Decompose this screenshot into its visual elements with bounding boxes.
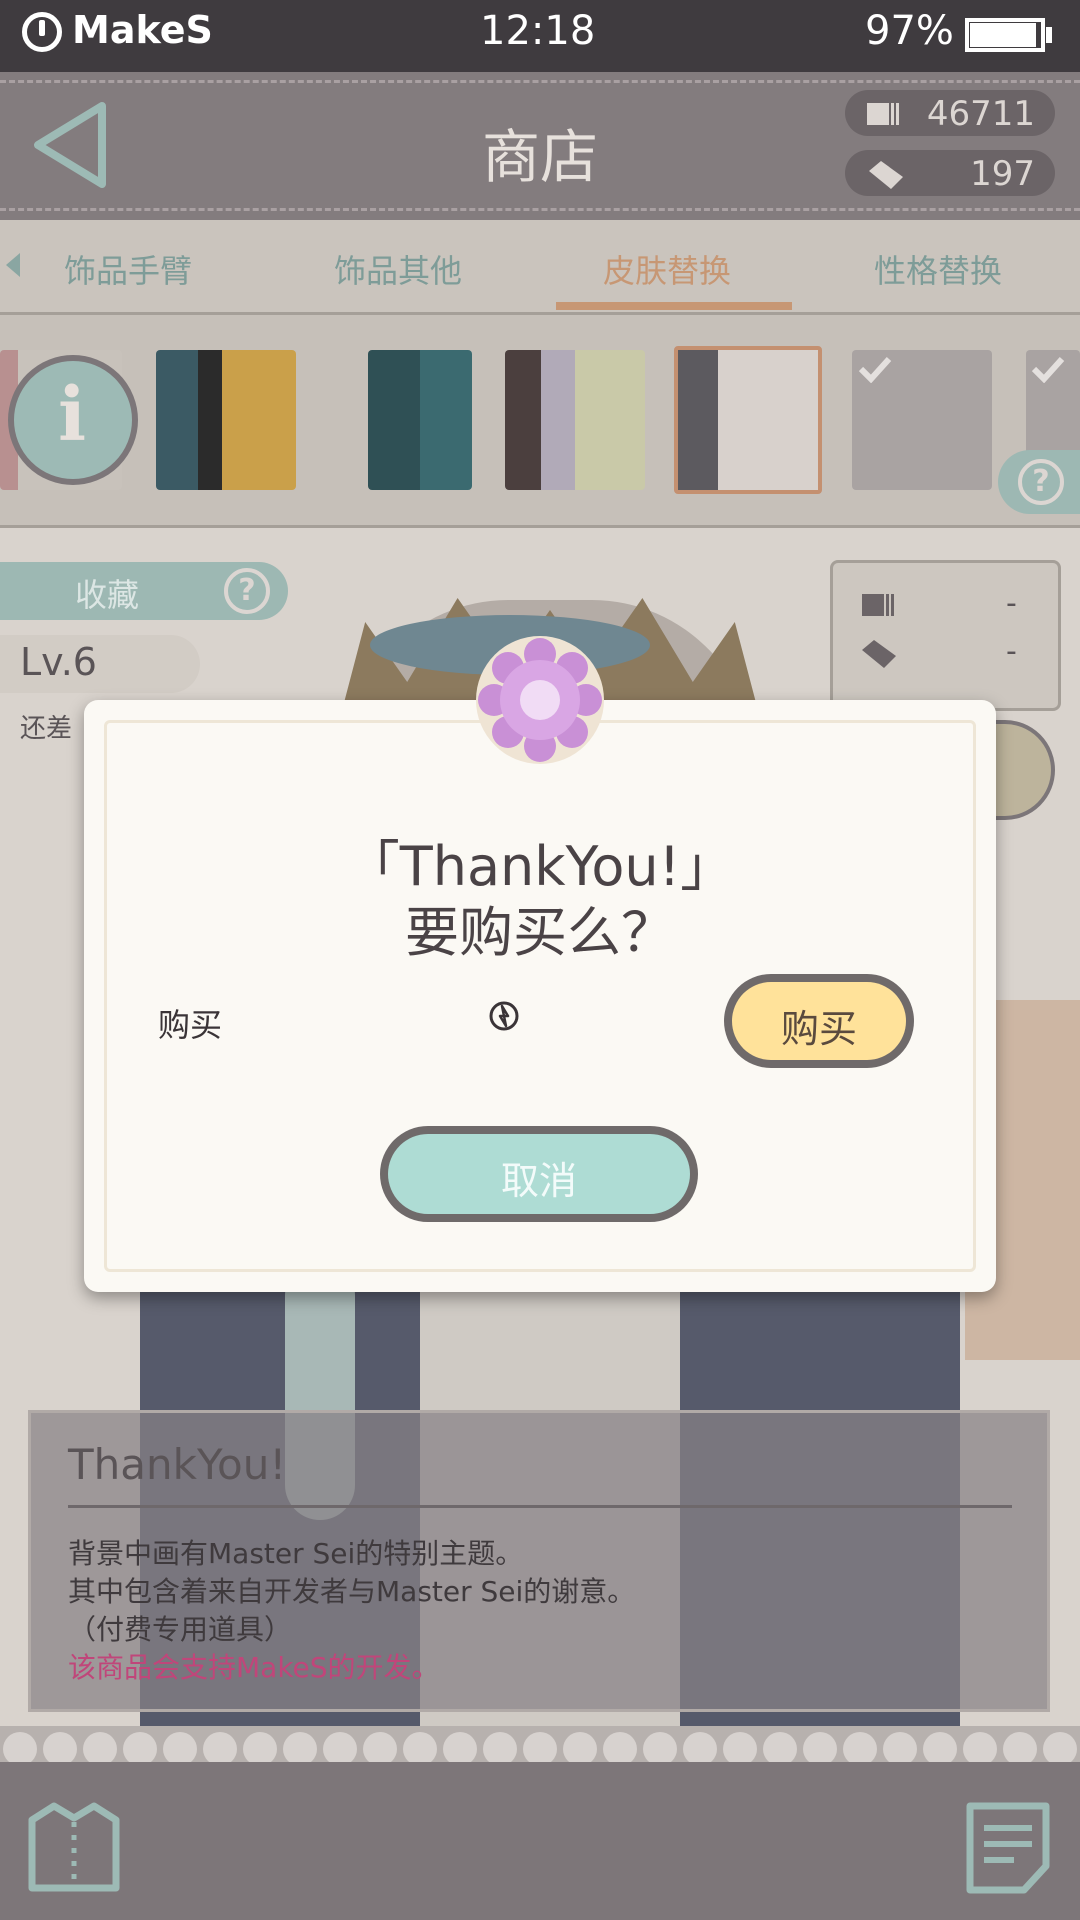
bottom-bar: [0, 1762, 1080, 1920]
lace-dot: [483, 1732, 517, 1766]
lace-dot: [523, 1732, 557, 1766]
lace-dot: [1003, 1732, 1037, 1766]
lace-dot: [1043, 1732, 1077, 1766]
buy-button-label[interactable]: 购买: [720, 998, 918, 1053]
check-icon: [858, 356, 892, 383]
description-line: 其中包含着来自开发者与Master Sei的谢意。: [68, 1575, 636, 1608]
cards-count: 46711: [926, 94, 1035, 134]
price-card-value: -: [1006, 586, 1017, 621]
description-line: 背景中画有Master Sei的特别主题。: [68, 1537, 524, 1570]
tab-scroll-left-icon[interactable]: [6, 253, 20, 277]
skin-thumb[interactable]: [368, 350, 472, 490]
tab-active-indicator: [556, 302, 792, 310]
page-title: 商店: [481, 123, 598, 191]
lace-dot: [923, 1732, 957, 1766]
lace-dot: [683, 1732, 717, 1766]
remaining-label: 还差: [20, 714, 73, 744]
tab-arm-accessory[interactable]: 饰品手臂: [64, 246, 192, 292]
lace-dot: [883, 1732, 917, 1766]
dialog-title-question: 要购买么？: [405, 901, 675, 964]
wardrobe-icon[interactable]: [26, 1798, 122, 1894]
lace-dot: [203, 1732, 237, 1766]
skin-thumb[interactable]: [156, 350, 296, 490]
help-icon[interactable]: ?: [1018, 459, 1064, 505]
lace-dot: [443, 1732, 477, 1766]
skin-thumb[interactable]: [505, 350, 645, 490]
lace-dot: [763, 1732, 797, 1766]
lace-dot: [643, 1732, 677, 1766]
lace-dot: [323, 1732, 357, 1766]
lace-dot: [363, 1732, 397, 1766]
lace-dot: [803, 1732, 837, 1766]
battery-fill: [970, 23, 1036, 47]
currency-tickets: 197: [845, 150, 1055, 196]
skin-thumb-selected[interactable]: [674, 346, 822, 494]
flower-emblem-icon: [476, 636, 604, 764]
lace-dot: [283, 1732, 317, 1766]
battery-percent: 97%: [865, 8, 954, 54]
lace-dot: [563, 1732, 597, 1766]
lace-dot: [163, 1732, 197, 1766]
header-dash-top: [0, 80, 1080, 83]
tab-other-accessory[interactable]: 饰品其他: [334, 246, 462, 292]
tab-personality-replace[interactable]: 性格替换: [874, 246, 1002, 292]
card-icon: [867, 103, 899, 125]
lace-dot: [403, 1732, 437, 1766]
back-arrow-icon[interactable]: [30, 100, 110, 190]
level-text: Lv.6: [20, 640, 97, 684]
card-icon: [862, 594, 894, 616]
description-title: ThankYou!: [68, 1440, 287, 1489]
currency-cards: 46711: [845, 90, 1055, 136]
cancel-button-label[interactable]: 取消: [376, 1150, 702, 1205]
favorite-help-icon[interactable]: ?: [224, 568, 270, 614]
lace-dot: [3, 1732, 37, 1766]
price-ticket-value: -: [1006, 634, 1017, 669]
description-note: 该商品会支持MakeS的开发。: [68, 1651, 440, 1684]
lace-dot: [963, 1732, 997, 1766]
description-divider: [68, 1505, 1012, 1508]
lace-dot: [843, 1732, 877, 1766]
ticket-icon: [862, 640, 896, 668]
ticket-icon: [869, 161, 903, 189]
lace-dot: [603, 1732, 637, 1766]
check-icon: [1031, 356, 1065, 383]
battery-tip: [1046, 27, 1052, 43]
tab-skin-replace[interactable]: 皮肤替换: [603, 246, 731, 292]
lace-dot: [243, 1732, 277, 1766]
lace-dot: [723, 1732, 757, 1766]
power-icon: [22, 12, 62, 52]
tickets-count: 197: [970, 154, 1035, 194]
status-brand: MakeS: [72, 8, 213, 52]
status-time: 12:18: [480, 8, 596, 54]
lace-dot: [43, 1732, 77, 1766]
dialog-buy-label: 购买: [158, 1006, 223, 1044]
notes-icon[interactable]: [964, 1800, 1052, 1896]
lace-dot: [123, 1732, 157, 1766]
lace-dot: [83, 1732, 117, 1766]
info-icon: i: [58, 372, 87, 458]
coin-icon: [489, 1001, 519, 1031]
header-dash-bottom: [0, 208, 1080, 211]
price-box: [830, 560, 1061, 711]
favorite-label: 收藏: [75, 576, 140, 614]
description-line: （付费专用道具）: [68, 1613, 293, 1646]
